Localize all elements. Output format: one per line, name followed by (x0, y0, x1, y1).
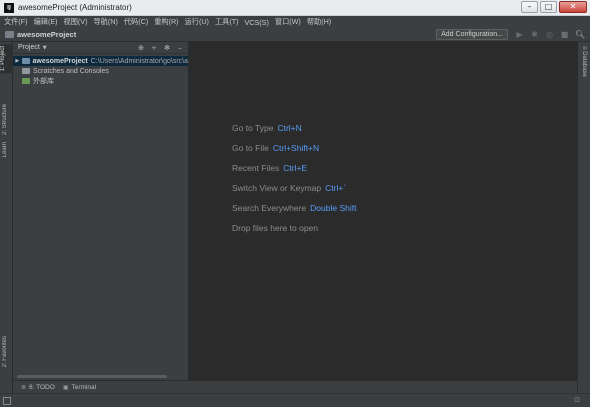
navigation-toolbar: awesomeProject Add Configuration... ▶ ✱ … (0, 28, 590, 42)
hint-go-to-file: Go to File Ctrl+Shift+N (232, 143, 319, 153)
project-panel: Project ▼ ⊕ ÷ ✻ – ▶ awesomeProject C:\Us… (13, 42, 189, 380)
terminal-tab-label: Terminal (71, 383, 97, 391)
tree-item-scratches[interactable]: Scratches and Consoles (13, 66, 188, 76)
hint-label: Recent Files (232, 163, 280, 173)
add-configuration-button[interactable]: Add Configuration... (436, 29, 508, 40)
structure-tab-label: 2: Structure (2, 104, 8, 136)
hint-shortcut: Double Shift (310, 203, 357, 213)
tree-item-name: Scratches and Consoles (33, 67, 109, 75)
debug-icon[interactable]: ✱ (530, 30, 539, 39)
project-tab-label: 1: Project (0, 46, 6, 72)
hint-search-everywhere: Search Everywhere Double Shift (232, 203, 356, 213)
stop-icon[interactable]: ■ (560, 30, 569, 39)
maximize-button[interactable]: □ (540, 0, 557, 13)
project-tree: ▶ awesomeProject C:\Users\Administrator\… (13, 54, 188, 86)
database-tab-label: Database (581, 51, 587, 77)
search-icon[interactable]: 🔍︎ (575, 30, 585, 39)
menu-window[interactable]: 窗口(W) (275, 17, 301, 27)
hide-icon[interactable]: – (175, 44, 185, 52)
hint-recent-files: Recent Files Ctrl+E (232, 163, 307, 173)
menu-run[interactable]: 运行(U) (185, 17, 209, 27)
list-icon: ≣ (21, 384, 27, 391)
tree-item-awesomeproject[interactable]: ▶ awesomeProject C:\Users\Administrator\… (13, 56, 188, 66)
lock-icon[interactable]: ⊡ (574, 396, 580, 404)
horizontal-scrollbar[interactable] (17, 375, 167, 378)
project-view-selector[interactable]: Project (18, 44, 40, 51)
tree-item-name: awesomeProject (32, 57, 88, 65)
tool-windows-icon[interactable] (3, 397, 11, 405)
folder-icon (5, 31, 14, 38)
hint-label: Go to File (232, 143, 269, 153)
menu-help[interactable]: 帮助(H) (307, 17, 331, 27)
window-title: awesomeProject (Administrator) (18, 3, 132, 12)
title-bar: IJ awesomeProject (Administrator) – □ ✕ (0, 0, 590, 16)
tree-item-path: C:\Users\Administrator\go\src\a (90, 57, 188, 65)
hint-shortcut: Ctrl+` (325, 183, 347, 193)
tab-project[interactable]: 1: Project (0, 44, 13, 74)
hint-drop-files: Drop files here to open (232, 223, 318, 233)
tab-favorites[interactable]: 2: Favorites (2, 336, 8, 367)
collapse-icon[interactable]: ÷ (149, 44, 159, 52)
learn-tab-label: Learn (2, 142, 8, 158)
hint-shortcut: Ctrl+N (277, 123, 302, 133)
gear-icon[interactable]: ✻ (162, 44, 172, 52)
hint-go-to-type: Go to Type Ctrl+N (232, 123, 302, 133)
hint-label: Go to Type (232, 123, 274, 133)
tab-terminal[interactable]: ▣ Terminal (63, 384, 96, 391)
close-button[interactable]: ✕ (559, 0, 587, 13)
database-icon: ≡ (581, 46, 587, 50)
tab-todo[interactable]: ≣ 6: TODO (21, 384, 55, 391)
menu-refactor[interactable]: 重构(R) (154, 17, 178, 27)
menu-tools[interactable]: 工具(T) (215, 17, 239, 27)
panel-actions: ⊕ ÷ ✻ – (136, 44, 188, 52)
menu-edit[interactable]: 编辑(E) (34, 17, 58, 27)
todo-tab-label: 6: TODO (29, 383, 55, 391)
menu-navigate[interactable]: 导航(N) (94, 17, 118, 27)
menu-file[interactable]: 文件(F) (4, 17, 28, 27)
menu-view[interactable]: 视图(V) (64, 17, 88, 27)
favorites-tab-label: 2: Favorites (2, 336, 8, 368)
breadcrumb-project[interactable]: awesomeProject (17, 30, 436, 39)
locate-icon[interactable]: ⊕ (136, 44, 146, 52)
scratches-icon (22, 68, 30, 74)
expand-arrow-icon[interactable]: ▶ (13, 58, 22, 64)
hint-label: Switch View or Keymap (232, 183, 322, 193)
coverage-icon[interactable]: ◎ (545, 30, 554, 39)
tab-learn[interactable]: Learn (2, 142, 8, 157)
menu-vcs[interactable]: VCS(S) (245, 18, 269, 27)
tree-item-external-libraries[interactable]: 外部库 (13, 76, 188, 86)
library-icon (22, 78, 30, 84)
terminal-icon: ▣ (62, 384, 69, 391)
tree-item-name: 外部库 (33, 78, 54, 85)
project-folder-icon (21, 58, 30, 64)
hint-label: Search Everywhere (232, 203, 307, 213)
tab-database[interactable]: ≡ Database (581, 46, 587, 77)
tab-structure[interactable]: 2: Structure (2, 104, 8, 135)
hint-switch-view: Switch View or Keymap Ctrl+` (232, 183, 346, 193)
hint-label: Drop files here to open (232, 223, 318, 233)
run-icon[interactable]: ▶ (515, 30, 524, 39)
chevron-down-icon[interactable]: ▼ (43, 45, 47, 51)
editor-area[interactable]: Go to Type Ctrl+N Go to File Ctrl+Shift+N … (190, 42, 577, 380)
left-tool-strip: 1: Project 2: Structure Learn 2: Favorit… (0, 42, 13, 393)
minimize-button[interactable]: – (521, 0, 538, 13)
right-tool-strip: ≡ Database (577, 42, 590, 393)
hint-shortcut: Ctrl+Shift+N (272, 143, 320, 153)
window-controls: – □ ✕ (519, 0, 587, 15)
bottom-tool-bar: ≣ 6: TODO ▣ Terminal (13, 380, 577, 393)
status-bar: ⊡ (0, 393, 590, 407)
project-panel-header: Project ▼ ⊕ ÷ ✻ – (13, 42, 188, 54)
menu-code[interactable]: 代码(C) (124, 17, 148, 27)
menu-bar: 文件(F) 编辑(E) 视图(V) 导航(N) 代码(C) 重构(R) 运行(U… (0, 16, 590, 28)
app-icon: IJ (4, 2, 14, 13)
hint-shortcut: Ctrl+E (283, 163, 308, 173)
